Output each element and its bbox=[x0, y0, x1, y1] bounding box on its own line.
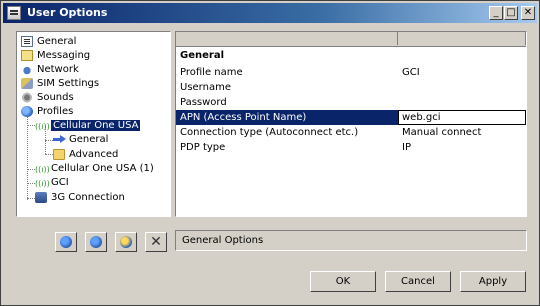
ok-button[interactable]: OK bbox=[310, 271, 376, 292]
antenna-icon: ((ı)) bbox=[35, 121, 50, 131]
antenna-icon: ((ı)) bbox=[35, 164, 50, 174]
network-icon bbox=[21, 63, 33, 75]
delete-icon: ✕ bbox=[150, 234, 162, 250]
grid-row-profile-name[interactable]: Profile name GCI bbox=[176, 65, 526, 80]
tree-item-advanced[interactable]: Advanced bbox=[53, 148, 118, 162]
apn-input[interactable]: web.gci bbox=[398, 110, 526, 125]
tree-item-profiles[interactable]: Profiles bbox=[21, 105, 73, 119]
property-grid[interactable]: General Profile name GCI Username Passwo… bbox=[175, 31, 527, 217]
tree-item-messaging[interactable]: Messaging bbox=[21, 49, 90, 63]
grid-row-password[interactable]: Password bbox=[176, 95, 526, 110]
grid-header-column-value[interactable] bbox=[398, 32, 526, 45]
grid-section-title: General bbox=[180, 50, 224, 61]
grid-header bbox=[176, 32, 526, 47]
envelope-icon bbox=[21, 49, 33, 61]
copy-profile-button[interactable] bbox=[115, 232, 137, 252]
tree-item-network[interactable]: Network bbox=[21, 63, 79, 77]
sim-card-icon bbox=[21, 77, 33, 89]
grid-header-column-name[interactable] bbox=[176, 32, 398, 45]
grid-row-username[interactable]: Username bbox=[176, 80, 526, 95]
maximize-button[interactable]: □ bbox=[504, 6, 518, 20]
add-profile-button[interactable] bbox=[55, 232, 77, 252]
edit-profile-icon bbox=[90, 236, 102, 248]
add-profile-icon bbox=[60, 236, 72, 248]
tree-item-cellular-one-usa[interactable]: ((ı)) Cellular One USA bbox=[35, 119, 141, 133]
copy-profile-icon bbox=[120, 236, 132, 248]
user-options-window: User Options _ □ ✕ General Messaging Net… bbox=[0, 0, 540, 306]
tree-item-sounds[interactable]: Sounds bbox=[21, 91, 74, 105]
tree-item-general[interactable]: General bbox=[21, 35, 76, 49]
description-field: General Options bbox=[175, 230, 527, 251]
apply-button[interactable]: Apply bbox=[460, 271, 526, 292]
minimize-button[interactable]: _ bbox=[489, 6, 503, 20]
app-icon bbox=[7, 6, 21, 20]
cancel-button[interactable]: Cancel bbox=[385, 271, 451, 292]
grid-row-pdp-type[interactable]: PDP type IP bbox=[176, 140, 526, 155]
grid-row-apn[interactable]: APN (Access Point Name) web.gci bbox=[176, 110, 526, 125]
general-icon bbox=[21, 35, 33, 47]
tree-item-gci[interactable]: ((ı))GCI bbox=[35, 176, 69, 190]
phone-icon bbox=[35, 191, 47, 203]
tree-item-cellular-one-usa-1[interactable]: ((ı))Cellular One USA (1) bbox=[35, 162, 154, 176]
edit-profile-button[interactable] bbox=[85, 232, 107, 252]
tree-item-sim-settings[interactable]: SIM Settings bbox=[21, 77, 99, 91]
settings-tree[interactable]: General Messaging Network SIM Settings S… bbox=[16, 31, 171, 217]
speaker-icon bbox=[21, 91, 33, 103]
arrow-right-icon bbox=[53, 134, 66, 145]
delete-profile-button[interactable]: ✕ bbox=[145, 232, 167, 252]
tree-item-3g-connection[interactable]: 3G Connection bbox=[35, 191, 125, 205]
window-title: User Options bbox=[27, 6, 108, 19]
title-bar[interactable]: User Options _ □ ✕ bbox=[3, 3, 537, 23]
close-button[interactable]: ✕ bbox=[521, 6, 535, 20]
grid-row-connection-type[interactable]: Connection type (Autoconnect etc.) Manua… bbox=[176, 125, 526, 140]
antenna-icon: ((ı)) bbox=[35, 178, 50, 188]
globe-icon bbox=[21, 105, 33, 117]
tree-item-profile-general[interactable]: General bbox=[53, 133, 108, 147]
folder-icon bbox=[53, 148, 65, 160]
